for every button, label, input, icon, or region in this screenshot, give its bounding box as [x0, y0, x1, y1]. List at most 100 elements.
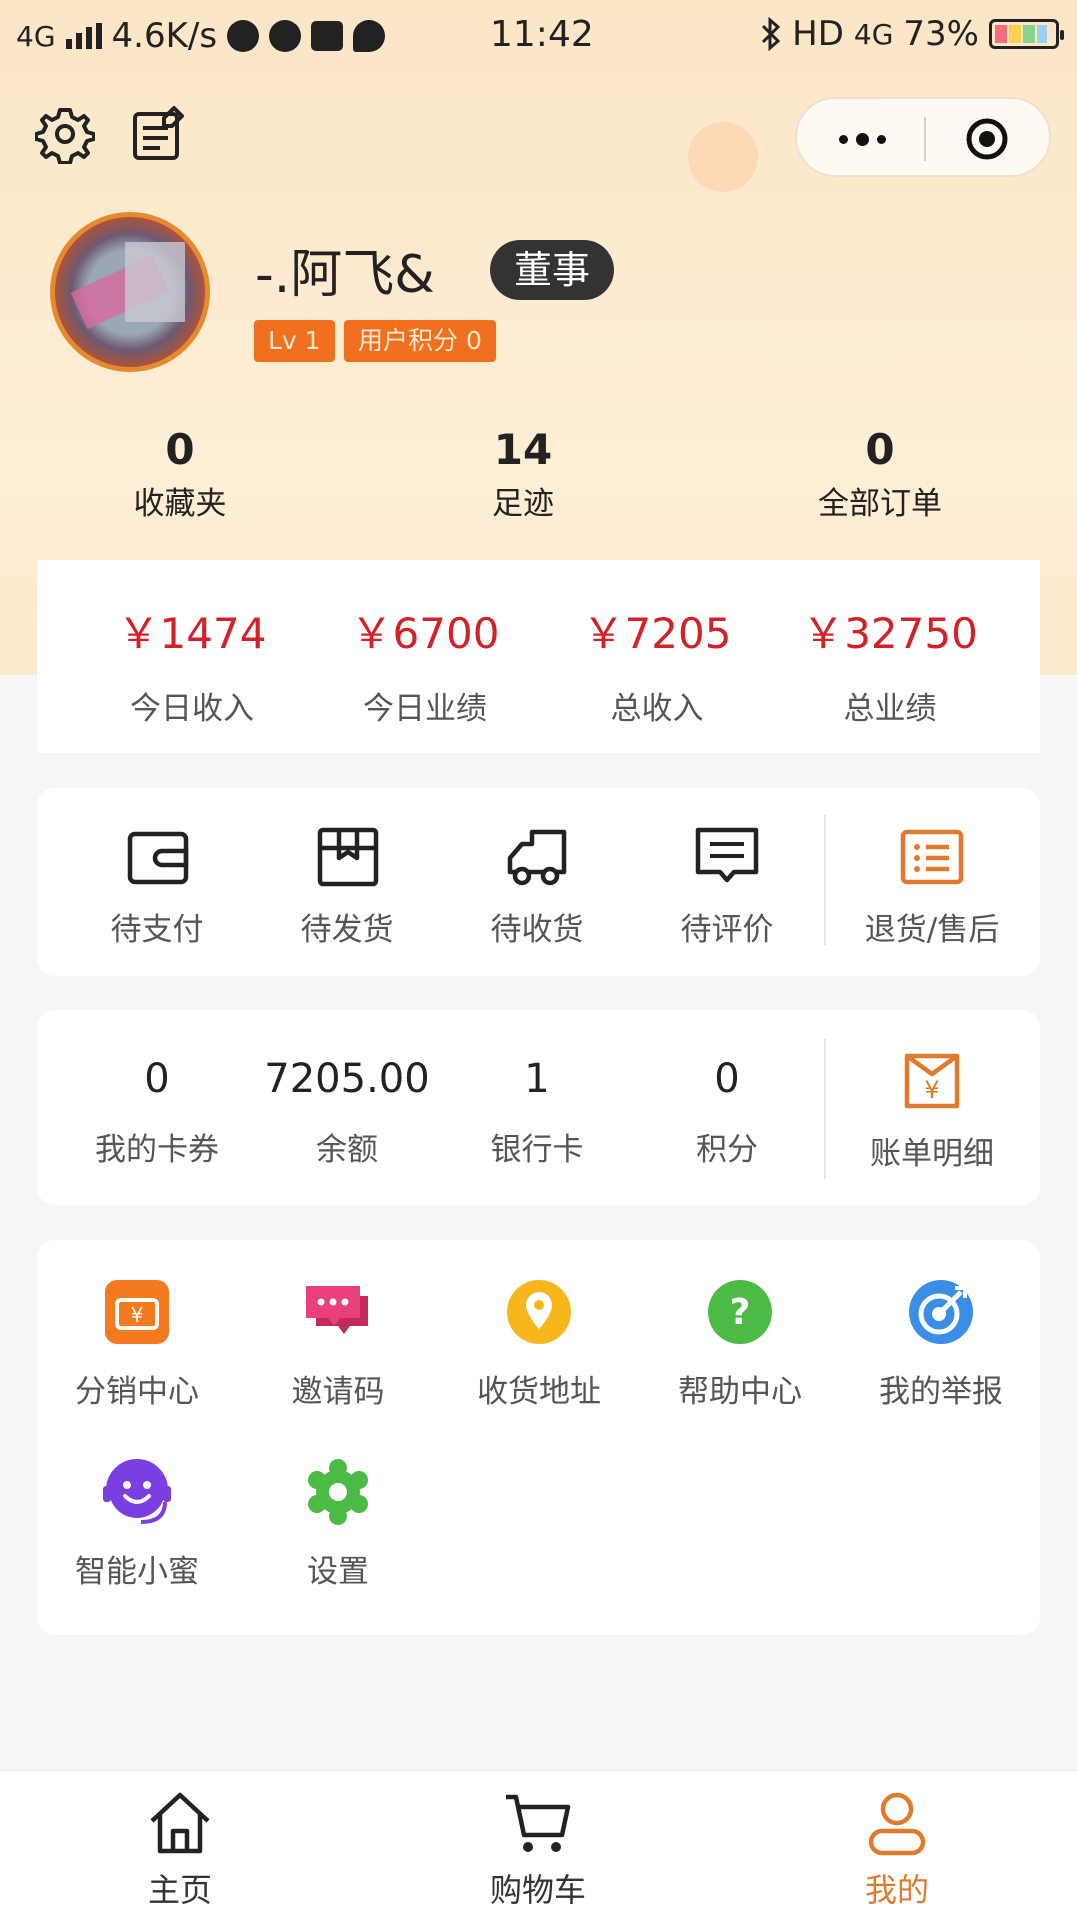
- order-label: 待发货: [300, 912, 394, 948]
- svg-text:¥: ¥: [924, 1076, 939, 1104]
- order-label: 待支付: [110, 912, 204, 948]
- invite-icon: [306, 1286, 368, 1334]
- wallet-balance[interactable]: 7205.00 余额: [252, 1056, 442, 1169]
- order-pending-shipment[interactable]: 待发货: [252, 822, 442, 949]
- planet-icon: [227, 20, 260, 52]
- username: -.阿飞&: [255, 245, 435, 305]
- income-value: ￥6700: [350, 609, 500, 658]
- package-icon: [317, 827, 379, 887]
- nav-cart[interactable]: 购物车: [438, 1787, 638, 1911]
- distribution-icon: ¥: [105, 1280, 169, 1344]
- bottom-nav: 主页 购物车 我的: [0, 1770, 1077, 1917]
- hd-indicator: HD: [792, 14, 844, 54]
- income-card: ￥1474 今日收入 ￥6700 今日业绩 ￥7205 总收入 ￥32750 总…: [37, 560, 1040, 753]
- comment-icon: [695, 827, 759, 883]
- stat-label: 足迹: [492, 486, 554, 522]
- service-label: 我的举报: [879, 1374, 1003, 1410]
- service-address[interactable]: 收货地址: [434, 1278, 644, 1411]
- nav-label: 我的: [864, 1871, 929, 1909]
- order-label: 待评价: [680, 912, 774, 948]
- order-label: 待收货: [490, 912, 584, 948]
- service-label: 帮助中心: [678, 1374, 802, 1410]
- home-icon: [150, 1792, 210, 1854]
- nav-mine[interactable]: 我的: [797, 1787, 997, 1911]
- palette-icon: [269, 20, 302, 52]
- wallet-value: 0: [714, 1056, 740, 1102]
- decorative-glow: [688, 122, 758, 192]
- performance-total: ￥32750 总业绩: [770, 600, 1010, 728]
- avatar[interactable]: [50, 212, 210, 372]
- stat-value: 0: [165, 425, 195, 474]
- status-right: HD 4G 73%: [760, 14, 1064, 54]
- svg-text:¥: ¥: [131, 1303, 144, 1327]
- stat-favorites[interactable]: 0 收藏夹: [80, 425, 280, 523]
- clock: 11:42: [490, 14, 594, 55]
- income-label: 总业绩: [843, 691, 937, 727]
- order-pending-payment[interactable]: 待支付: [62, 822, 252, 949]
- miniprogram-capsule: [795, 97, 1051, 177]
- income-value: ￥7205: [582, 609, 732, 658]
- performance-today: ￥6700 今日业绩: [305, 600, 545, 728]
- notes-edit-icon[interactable]: [130, 104, 190, 164]
- wallet-icon: [127, 831, 189, 885]
- bill-envelope-icon: ¥: [904, 1053, 960, 1109]
- order-pending-receipt[interactable]: 待收货: [442, 822, 632, 949]
- service-label: 收货地址: [477, 1374, 601, 1410]
- signal-icon: [65, 23, 102, 49]
- user-icon: [868, 1792, 926, 1856]
- status-bar: 4G 4.6K/s 11:42 HD 4G 73%: [0, 0, 1077, 76]
- wallet-value: 7205.00: [264, 1056, 430, 1102]
- bill-label: 账单明细: [870, 1136, 994, 1172]
- service-settings[interactable]: 设置: [233, 1458, 443, 1591]
- battery-icon: [989, 19, 1064, 49]
- list-icon: [900, 829, 964, 885]
- nav-label: 购物车: [489, 1871, 586, 1909]
- service-distribution[interactable]: ¥ 分销中心: [32, 1278, 242, 1411]
- order-pending-review[interactable]: 待评价: [632, 822, 822, 949]
- wallet-coupons[interactable]: 0 我的卡券: [62, 1056, 252, 1169]
- wallet-label: 我的卡券: [95, 1132, 219, 1168]
- service-report[interactable]: 我的举报: [836, 1278, 1046, 1411]
- wallet-bank-card[interactable]: 1 银行卡: [442, 1056, 632, 1169]
- status-left: 4G 4.6K/s: [16, 16, 386, 56]
- report-icon: [909, 1280, 973, 1344]
- income-label: 总收入: [610, 691, 704, 727]
- network-type: 4G: [16, 19, 56, 53]
- service-assistant[interactable]: 智能小蜜: [32, 1458, 242, 1591]
- net-speed: 4.6K/s: [111, 16, 218, 56]
- settings-gear-icon[interactable]: [35, 104, 95, 164]
- stat-all-orders[interactable]: 0 全部订单: [780, 425, 980, 523]
- wallet-label: 积分: [696, 1132, 758, 1168]
- capsule-divider: [924, 117, 926, 161]
- chat-icon: [353, 20, 386, 52]
- settings-icon: [308, 1459, 368, 1525]
- truck-icon: [507, 829, 567, 886]
- my-page: 4G 4.6K/s 11:42 HD 4G 73% -.阿飞& 董事 Lv 1 …: [0, 0, 1077, 1917]
- battery-percent: 73%: [903, 14, 979, 54]
- service-label: 邀请码: [291, 1374, 385, 1410]
- service-label: 智能小蜜: [75, 1554, 199, 1590]
- network-type-right: 4G: [853, 17, 894, 51]
- wallet-value: 0: [144, 1056, 170, 1102]
- service-label: 分销中心: [75, 1374, 199, 1410]
- bill-details[interactable]: ¥ 账单明细: [824, 1046, 1040, 1173]
- service-help[interactable]: ? 帮助中心: [635, 1278, 845, 1411]
- service-label: 设置: [307, 1554, 369, 1590]
- service-invite-code[interactable]: 邀请码: [233, 1278, 443, 1411]
- help-icon: ?: [708, 1280, 772, 1344]
- close-target-icon[interactable]: [965, 117, 1009, 161]
- wallet-card: 0 我的卡券 7205.00 余额 1 银行卡 0 积分 ¥ 账单明细: [37, 1010, 1040, 1205]
- nav-label: 主页: [147, 1871, 212, 1909]
- order-label: 退货/售后: [864, 912, 1000, 948]
- stat-footprint[interactable]: 14 足迹: [423, 425, 623, 523]
- stat-label: 全部订单: [818, 486, 942, 522]
- order-after-sales[interactable]: 退货/售后: [824, 822, 1040, 949]
- income-total: ￥7205 总收入: [537, 600, 777, 728]
- points-tag: 用户积分 0: [344, 320, 496, 362]
- income-value: ￥32750: [802, 609, 978, 658]
- svg-text:?: ?: [730, 1292, 751, 1333]
- more-icon[interactable]: [827, 127, 897, 151]
- wallet-points[interactable]: 0 积分: [632, 1056, 822, 1169]
- nav-home[interactable]: 主页: [80, 1787, 280, 1911]
- wallet-label: 余额: [316, 1132, 378, 1168]
